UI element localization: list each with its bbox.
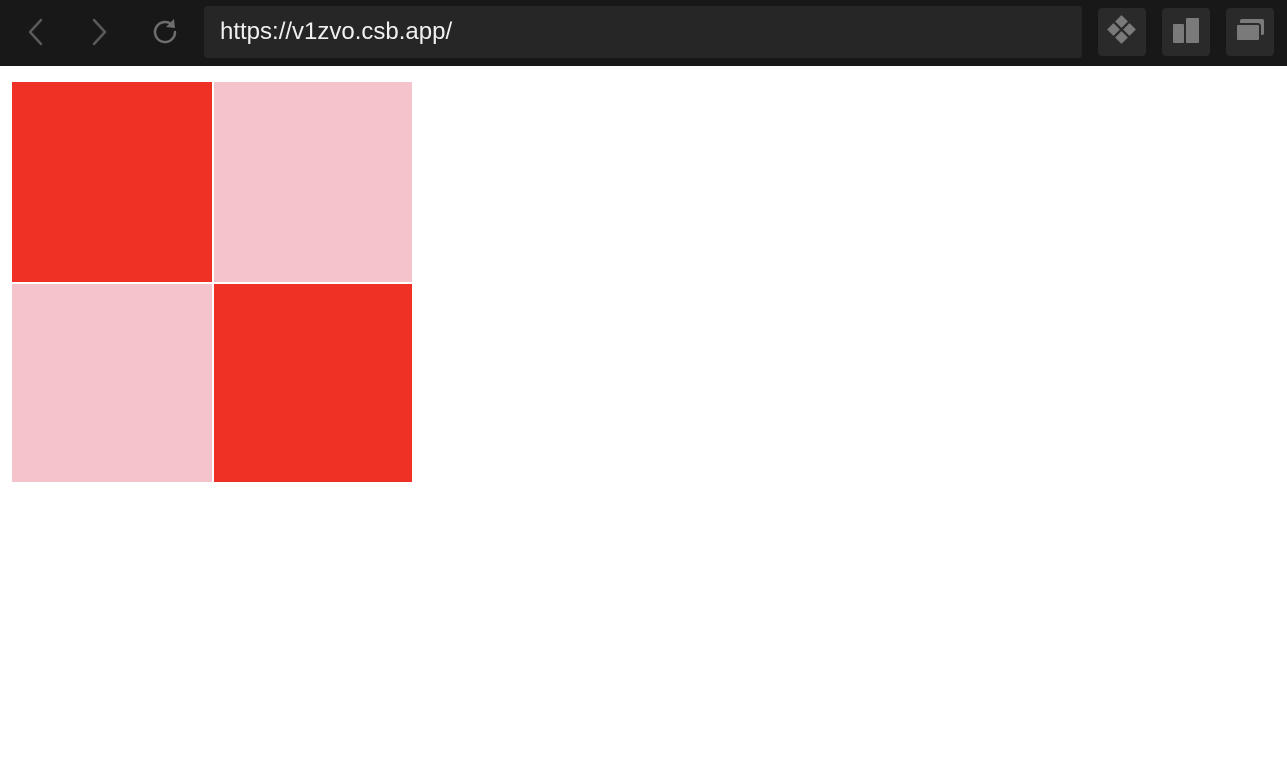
- grid-cell-pink: [12, 284, 212, 482]
- checker-grid: [12, 82, 412, 482]
- reload-icon: [150, 17, 180, 47]
- address-bar[interactable]: https://v1zvo.csb.app/: [204, 6, 1082, 58]
- sandbox-button[interactable]: [1098, 8, 1146, 56]
- chevron-right-icon: [91, 18, 107, 46]
- chevron-left-icon: [28, 18, 44, 46]
- url-text: https://v1zvo.csb.app/: [220, 18, 453, 45]
- forward-button[interactable]: [77, 8, 121, 56]
- grid-cell-red: [12, 82, 212, 282]
- back-button[interactable]: [14, 8, 58, 56]
- codesandbox-diamond-icon: [1106, 14, 1138, 51]
- browser-toolbar: https://v1zvo.csb.app/: [0, 0, 1287, 66]
- windows-icon: [1234, 16, 1266, 49]
- grid-cell-red: [214, 284, 412, 482]
- windows-button[interactable]: [1226, 8, 1274, 56]
- split-view-icon: [1171, 15, 1201, 50]
- split-view-button[interactable]: [1162, 8, 1210, 56]
- reload-button[interactable]: [143, 8, 187, 56]
- grid-cell-pink: [214, 82, 412, 282]
